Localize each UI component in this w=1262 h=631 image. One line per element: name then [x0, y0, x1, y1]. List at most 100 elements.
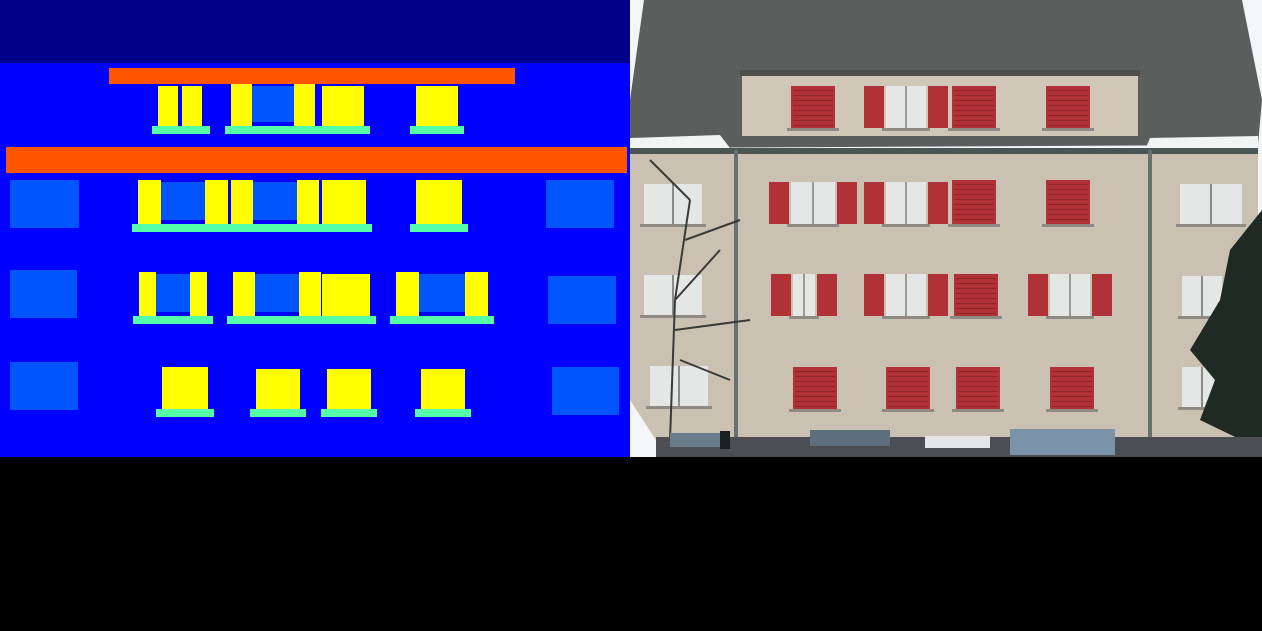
open-shutter [1028, 274, 1048, 316]
shutter-slat [958, 396, 998, 397]
shutter-region [162, 367, 208, 411]
shutter-region [231, 84, 252, 128]
shutter-slat [956, 278, 996, 279]
shutter-slat [793, 110, 833, 111]
window-sill [1042, 224, 1094, 227]
shutter-slat [1048, 184, 1088, 185]
shutter-slat [956, 298, 996, 299]
shutter-slat [888, 386, 928, 387]
shutter-slat [1052, 381, 1092, 382]
shutter-slat [956, 283, 996, 284]
shutter-slat [1048, 95, 1088, 96]
sill-region [152, 126, 210, 134]
car [1010, 429, 1115, 455]
window-region [419, 274, 465, 312]
window-sill [1176, 224, 1246, 227]
window-region [548, 276, 616, 324]
shutter-region [190, 272, 207, 318]
window-mullion [1201, 276, 1203, 316]
window-region [161, 182, 205, 220]
sill-region [132, 224, 234, 232]
shutter-region [322, 86, 364, 128]
shutter-slat [954, 90, 994, 91]
shutter-slat [793, 115, 833, 116]
shutter-slat [793, 95, 833, 96]
shutter-region [465, 272, 488, 318]
sill-region [316, 224, 372, 232]
window-sill [1042, 128, 1094, 131]
closed-shutter [1046, 86, 1090, 128]
shutter-slat [1048, 209, 1088, 210]
window-sill [952, 409, 1004, 412]
window-sill [882, 128, 930, 131]
shutter-slat [1048, 214, 1088, 215]
shutter-slat [956, 293, 996, 294]
window-sill [789, 316, 819, 319]
shutter-slat [1052, 371, 1092, 372]
shutter-slat [888, 371, 928, 372]
sill-region [225, 126, 321, 134]
sill-region [316, 126, 370, 134]
closed-shutter [886, 367, 930, 409]
window-region [10, 362, 78, 410]
open-shutter [837, 182, 857, 224]
shutter-slat [795, 381, 835, 382]
shutter-slat [956, 313, 996, 314]
segmentation-map [0, 0, 630, 457]
closed-shutter [1046, 180, 1090, 224]
open-shutter [864, 182, 884, 224]
open-shutter [771, 274, 791, 316]
open-shutter [1092, 274, 1112, 316]
window-sill [882, 224, 930, 227]
shutter-slat [1048, 100, 1088, 101]
window-sill [1046, 316, 1094, 319]
shutter-slat [888, 391, 928, 392]
window-sill [787, 128, 839, 131]
closed-shutter [954, 274, 998, 316]
shutter-region [421, 369, 465, 411]
shutter-slat [1048, 204, 1088, 205]
shutter-slat [1048, 115, 1088, 116]
shutter-slat [888, 396, 928, 397]
shutter-slat [954, 105, 994, 106]
open-shutter [928, 182, 948, 224]
shutter-region [322, 274, 370, 318]
shutter-slat [795, 406, 835, 407]
open-shutter [769, 182, 789, 224]
window-sill [646, 406, 712, 409]
window-sill [948, 224, 1000, 227]
shutter-slat [888, 406, 928, 407]
shutter-slat [954, 110, 994, 111]
shutter-slat [795, 371, 835, 372]
closed-shutter [956, 367, 1000, 409]
shutter-slat [954, 199, 994, 200]
window-region [546, 180, 614, 228]
open-shutter [817, 274, 837, 316]
sill-region [156, 409, 214, 417]
window-sill [787, 224, 839, 227]
shutter-slat [1048, 194, 1088, 195]
sill-region [227, 316, 327, 324]
window-sill [948, 128, 1000, 131]
shutter-slat [793, 125, 833, 126]
shutter-slat [958, 386, 998, 387]
window-mullion [678, 366, 680, 406]
shutter-slat [1052, 376, 1092, 377]
window-mullion [672, 184, 674, 224]
pedestrian [720, 431, 730, 449]
sill-region [321, 409, 377, 417]
closed-shutter [1050, 367, 1094, 409]
shutter-slat [1052, 386, 1092, 387]
sill-region [133, 316, 213, 324]
shutter-slat [958, 391, 998, 392]
open-shutter [928, 274, 948, 316]
shutter-region [138, 180, 161, 226]
window-sill [1046, 409, 1098, 412]
window-sill [882, 316, 930, 319]
shutter-slat [1052, 406, 1092, 407]
shutter-slat [954, 184, 994, 185]
open-shutter [864, 86, 884, 128]
window-region [255, 274, 299, 312]
shutter-slat [954, 125, 994, 126]
shutter-slat [795, 396, 835, 397]
